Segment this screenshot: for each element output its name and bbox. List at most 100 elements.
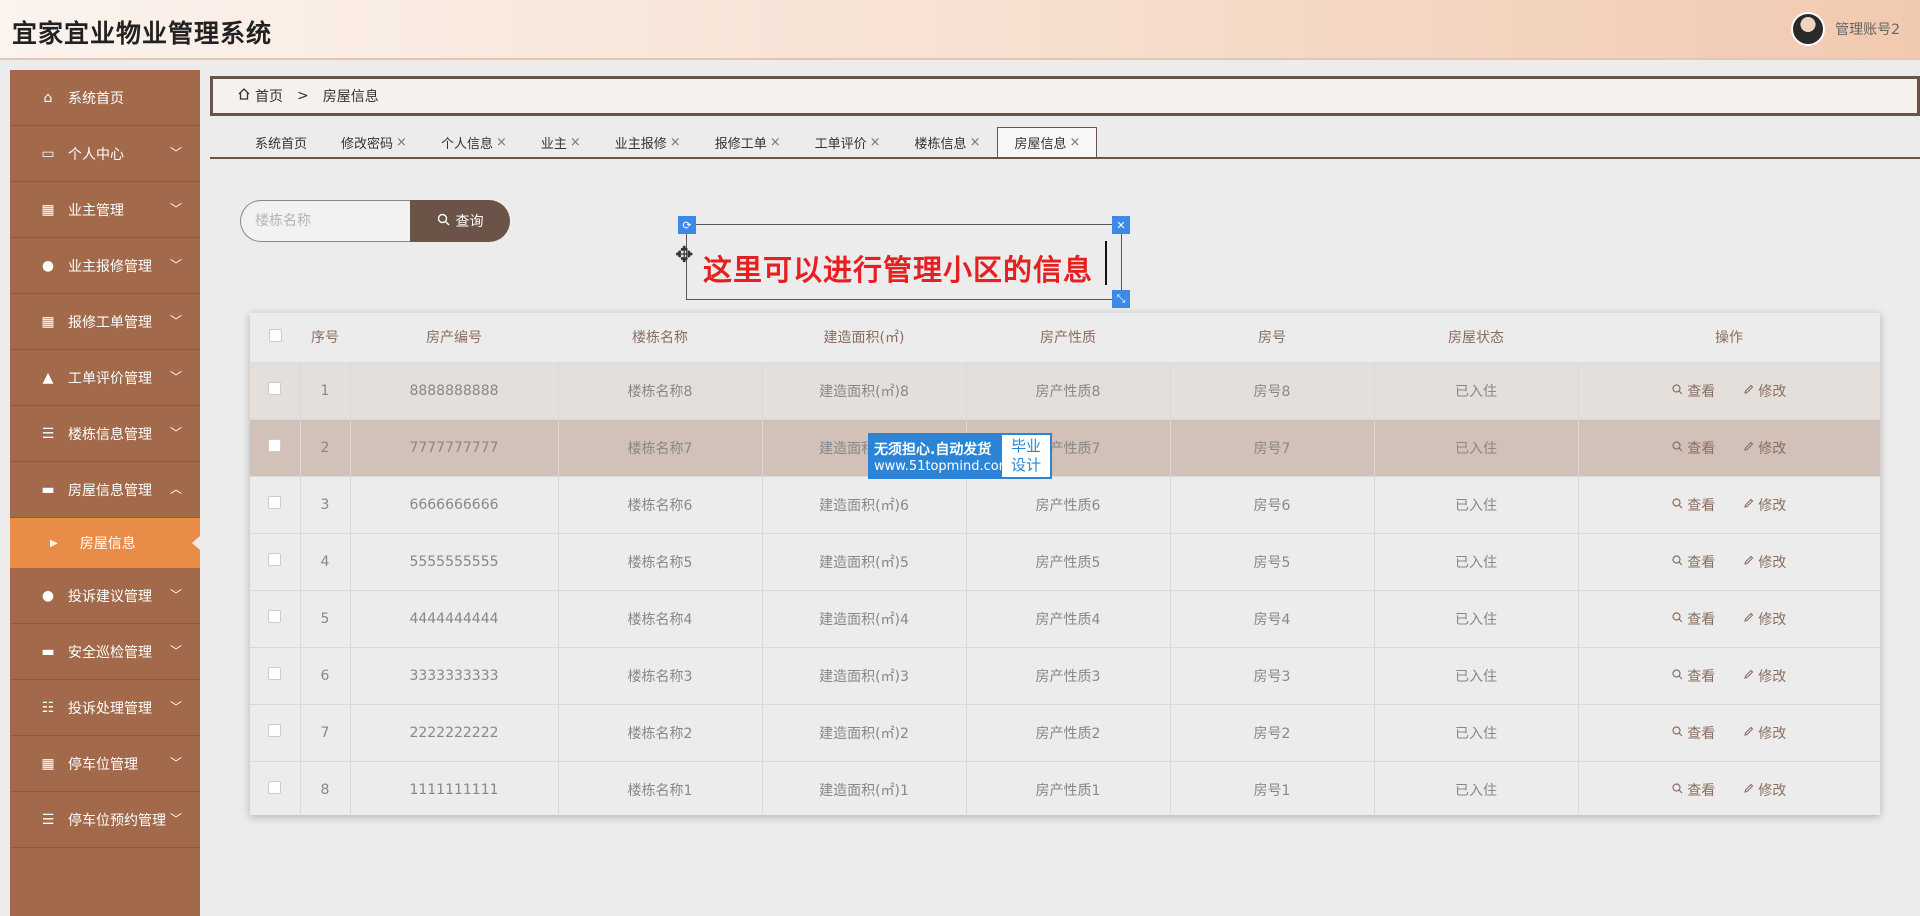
tab-close-icon[interactable]: ×: [970, 135, 981, 150]
sidebar-item[interactable]: ⌂ 系统首页: [10, 70, 200, 126]
sidebar-item[interactable]: ▦ 停车位管理 ﹀: [10, 736, 200, 792]
view-button[interactable]: 查看: [1672, 552, 1715, 572]
tab-close-icon[interactable]: ×: [1069, 135, 1080, 150]
row-checkbox[interactable]: [268, 781, 282, 794]
tab-close-icon[interactable]: ×: [770, 135, 781, 150]
column-header: 房号: [1170, 313, 1374, 363]
tab-close-icon[interactable]: ×: [396, 135, 407, 150]
edit-button[interactable]: 修改: [1743, 780, 1786, 800]
view-button[interactable]: 查看: [1672, 780, 1715, 800]
row-checkbox[interactable]: [268, 667, 282, 680]
table-row[interactable]: 2 7777777777 楼栋名称7 建造面积(㎡)7 房产性质7 房号7 已入住 查看 修改: [250, 419, 1880, 477]
breadcrumb-home[interactable]: 首页: [255, 86, 283, 106]
table-cell: 8888888888: [350, 362, 559, 420]
edit-label: 修改: [1758, 554, 1787, 571]
row-checkbox[interactable]: [268, 610, 282, 623]
avatar[interactable]: [1791, 12, 1826, 46]
sidebar-item-label: 安全巡检管理: [68, 644, 152, 661]
list-icon: ☰: [41, 425, 55, 442]
tab[interactable]: 房屋信息 ×: [997, 127, 1098, 157]
row-checkbox[interactable]: [268, 724, 282, 737]
close-icon[interactable]: ✕: [1112, 216, 1130, 234]
row-checkbox[interactable]: [268, 439, 282, 452]
sidebar-item[interactable]: ● 投诉建议管理 ﹀: [10, 568, 200, 624]
select-all-checkbox[interactable]: [268, 328, 282, 342]
table-row[interactable]: 3 6666666666 楼栋名称6 建造面积(㎡)6 房产性质6 房号6 已入住 查看 修改: [250, 476, 1880, 534]
tab[interactable]: 业主报修 ×: [598, 127, 698, 157]
pencil-icon: [1743, 383, 1754, 399]
user-name[interactable]: 管理账号2: [1835, 19, 1900, 39]
tab[interactable]: 业主 ×: [524, 127, 598, 157]
sidebar-item-label: 工单评价管理: [68, 370, 152, 387]
row-checkbox[interactable]: [268, 553, 282, 566]
sidebar-item[interactable]: ☷ 投诉处理管理 ﹀: [10, 680, 200, 736]
resize-handle-icon[interactable]: ⤡: [1112, 290, 1130, 308]
view-button[interactable]: 查看: [1672, 609, 1715, 629]
table-row[interactable]: 1 8888888888 楼栋名称8 建造面积(㎡)8 房产性质8 房号8 已入住 查看 修改: [250, 362, 1880, 420]
table-cell: 7777777777: [350, 419, 559, 477]
table-cell: 房产性质8: [966, 362, 1171, 420]
table-row[interactable]: 6 3333333333 楼栋名称3 建造面积(㎡)3 房产性质3 房号3 已入住 查看 修改: [250, 647, 1880, 705]
table-cell: 房号5: [1170, 533, 1375, 591]
magnifier-icon: [1672, 782, 1683, 798]
tab[interactable]: 工单评价 ×: [798, 127, 898, 157]
tab-label: 工单评价: [814, 137, 867, 152]
tab[interactable]: 报修工单 ×: [698, 127, 798, 157]
row-select-cell: [250, 704, 301, 762]
tab[interactable]: 个人信息 ×: [424, 127, 524, 157]
table-cell: 房号2: [1170, 704, 1375, 762]
row-select-cell: [250, 533, 301, 591]
sidebar-item[interactable]: ☰ 楼栋信息管理 ﹀: [10, 406, 200, 462]
home-icon[interactable]: [237, 87, 251, 105]
view-button[interactable]: 查看: [1672, 381, 1715, 401]
edit-button[interactable]: 修改: [1743, 552, 1786, 572]
row-checkbox[interactable]: [268, 382, 282, 395]
tab[interactable]: 楼栋信息 ×: [898, 127, 998, 157]
row-select-cell: [250, 647, 301, 705]
table-row[interactable]: 4 5555555555 楼栋名称5 建造面积(㎡)5 房产性质5 房号5 已入住 查看 修改: [250, 533, 1880, 591]
table-row[interactable]: 7 2222222222 楼栋名称2 建造面积(㎡)2 房产性质2 房号2 已入住 查看 修改: [250, 704, 1880, 762]
edit-button[interactable]: 修改: [1743, 723, 1786, 743]
tab-close-icon[interactable]: ×: [870, 135, 881, 150]
edit-button[interactable]: 修改: [1743, 381, 1786, 401]
view-label: 查看: [1687, 782, 1716, 799]
search-input[interactable]: [240, 200, 412, 242]
user-menu[interactable]: 管理账号2: [1791, 12, 1900, 46]
tab[interactable]: 系统首页: [238, 127, 324, 157]
view-button[interactable]: 查看: [1672, 723, 1715, 743]
sidebar-item-label: 投诉处理管理: [68, 700, 152, 717]
sidebar-item-label: 报修工单管理: [68, 314, 152, 331]
tab[interactable]: 修改密码 ×: [324, 127, 424, 157]
edit-button[interactable]: 修改: [1743, 666, 1786, 686]
tab-close-icon[interactable]: ×: [496, 135, 507, 150]
column-header: 建造面积(㎡): [762, 313, 966, 363]
move-handle-icon[interactable]: ✥: [675, 243, 693, 268]
tab-label: 业主报修: [614, 137, 667, 152]
tab-close-icon[interactable]: ×: [570, 135, 581, 150]
table-row[interactable]: 5 4444444444 楼栋名称4 建造面积(㎡)4 房产性质4 房号4 已入住 查看 修改: [250, 590, 1880, 648]
edit-button[interactable]: 修改: [1743, 438, 1786, 458]
table-cell: 已入住: [1374, 362, 1579, 420]
annotation-textbox[interactable]: ⟳ ✕ ⤡ ✥ 这里可以进行管理小区的信息: [675, 216, 1130, 308]
sidebar-item[interactable]: ☰ 停车位预约管理 ﹀: [10, 792, 200, 848]
search-button[interactable]: 查询: [410, 200, 510, 242]
column-header: 序号: [300, 313, 350, 363]
sidebar-item[interactable]: ▦ 业主管理 ﹀: [10, 182, 200, 238]
edit-button[interactable]: 修改: [1743, 495, 1786, 515]
chevron-icon: ﹀: [169, 812, 182, 826]
view-button[interactable]: 查看: [1672, 438, 1715, 458]
view-button[interactable]: 查看: [1672, 666, 1715, 686]
edit-button[interactable]: 修改: [1743, 609, 1786, 629]
sidebar-item[interactable]: ▬ 安全巡检管理 ﹀: [10, 624, 200, 680]
table-row[interactable]: 8 1111111111 楼栋名称1 建造面积(㎡)1 房产性质1 房号1 已入住 查看 修改: [250, 761, 1880, 819]
rotate-handle-icon[interactable]: ⟳: [678, 216, 696, 234]
sidebar-subitem-house-info[interactable]: ▶ 房屋信息: [10, 518, 200, 568]
sidebar-item[interactable]: ▦ 报修工单管理 ﹀: [10, 294, 200, 350]
sidebar-item[interactable]: ▬ 房屋信息管理 ︿: [10, 462, 200, 518]
sidebar-item[interactable]: ● 业主报修管理 ﹀: [10, 238, 200, 294]
view-button[interactable]: 查看: [1672, 495, 1715, 515]
sidebar-item[interactable]: ▭ 个人中心 ﹀: [10, 126, 200, 182]
sidebar-item[interactable]: ▲ 工单评价管理 ﹀: [10, 350, 200, 406]
tab-close-icon[interactable]: ×: [670, 135, 681, 150]
row-checkbox[interactable]: [268, 496, 282, 509]
